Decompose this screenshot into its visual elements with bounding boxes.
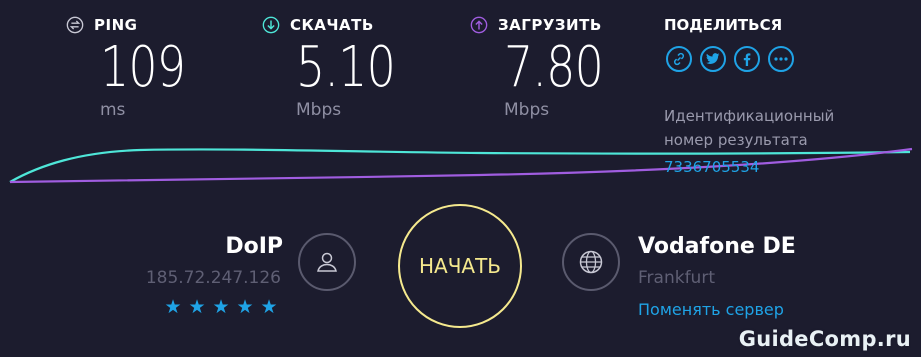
upload-metric: ЗАГРУЗИТЬ 7.80 Mbps bbox=[470, 14, 604, 120]
ping-icon bbox=[66, 16, 84, 34]
ping-value: 109 bbox=[100, 35, 186, 100]
start-button-label: НАЧАТЬ bbox=[418, 254, 502, 278]
share-title: ПОДЕЛИТЬСЯ bbox=[664, 16, 783, 34]
provider-rating[interactable]: ★ ★ ★ ★ ★ bbox=[163, 296, 279, 318]
user-icon bbox=[298, 233, 356, 291]
star-icon[interactable]: ★ bbox=[211, 296, 231, 318]
facebook-icon[interactable] bbox=[734, 46, 760, 72]
star-icon[interactable]: ★ bbox=[163, 296, 183, 318]
globe-icon bbox=[562, 233, 620, 291]
download-speed-line bbox=[9, 148, 911, 183]
upload-arrow-icon bbox=[470, 16, 488, 34]
star-icon[interactable]: ★ bbox=[259, 296, 279, 318]
download-unit: Mbps bbox=[296, 100, 342, 120]
server-city: Frankfurt bbox=[638, 268, 715, 288]
ping-label: PING bbox=[94, 16, 138, 34]
ping-unit: ms bbox=[100, 100, 126, 120]
twitter-icon[interactable] bbox=[700, 46, 726, 72]
provider-name: DoIP bbox=[225, 234, 283, 259]
share-buttons bbox=[666, 46, 794, 72]
result-id-value[interactable]: 7336705534 bbox=[664, 158, 759, 176]
download-label: СКАЧАТЬ bbox=[290, 16, 374, 34]
server-name: Vodafone DE bbox=[638, 234, 796, 259]
speed-graph bbox=[9, 147, 913, 184]
upload-label: ЗАГРУЗИТЬ bbox=[498, 16, 602, 34]
download-value: 5.10 bbox=[296, 35, 396, 100]
provider-ip: 185.72.247.126 bbox=[145, 268, 281, 288]
star-icon[interactable]: ★ bbox=[235, 296, 255, 318]
watermark: GuideComp.ru bbox=[738, 327, 911, 351]
upload-unit: Mbps bbox=[504, 100, 550, 120]
change-server-link[interactable]: Поменять сервер bbox=[638, 300, 784, 319]
upload-value: 7.80 bbox=[504, 35, 604, 100]
download-arrow-icon bbox=[262, 16, 280, 34]
star-icon[interactable]: ★ bbox=[187, 296, 207, 318]
start-button[interactable]: НАЧАТЬ bbox=[398, 204, 522, 328]
download-metric: СКАЧАТЬ 5.10 Mbps bbox=[262, 14, 396, 120]
link-icon[interactable] bbox=[666, 46, 692, 72]
more-icon[interactable] bbox=[768, 46, 794, 72]
speedtest-panel: PING 109 ms СКАЧАТЬ 5.10 Mbps ЗАГРУЗИТЬ … bbox=[0, 0, 921, 357]
ping-metric: PING 109 ms bbox=[66, 14, 186, 120]
